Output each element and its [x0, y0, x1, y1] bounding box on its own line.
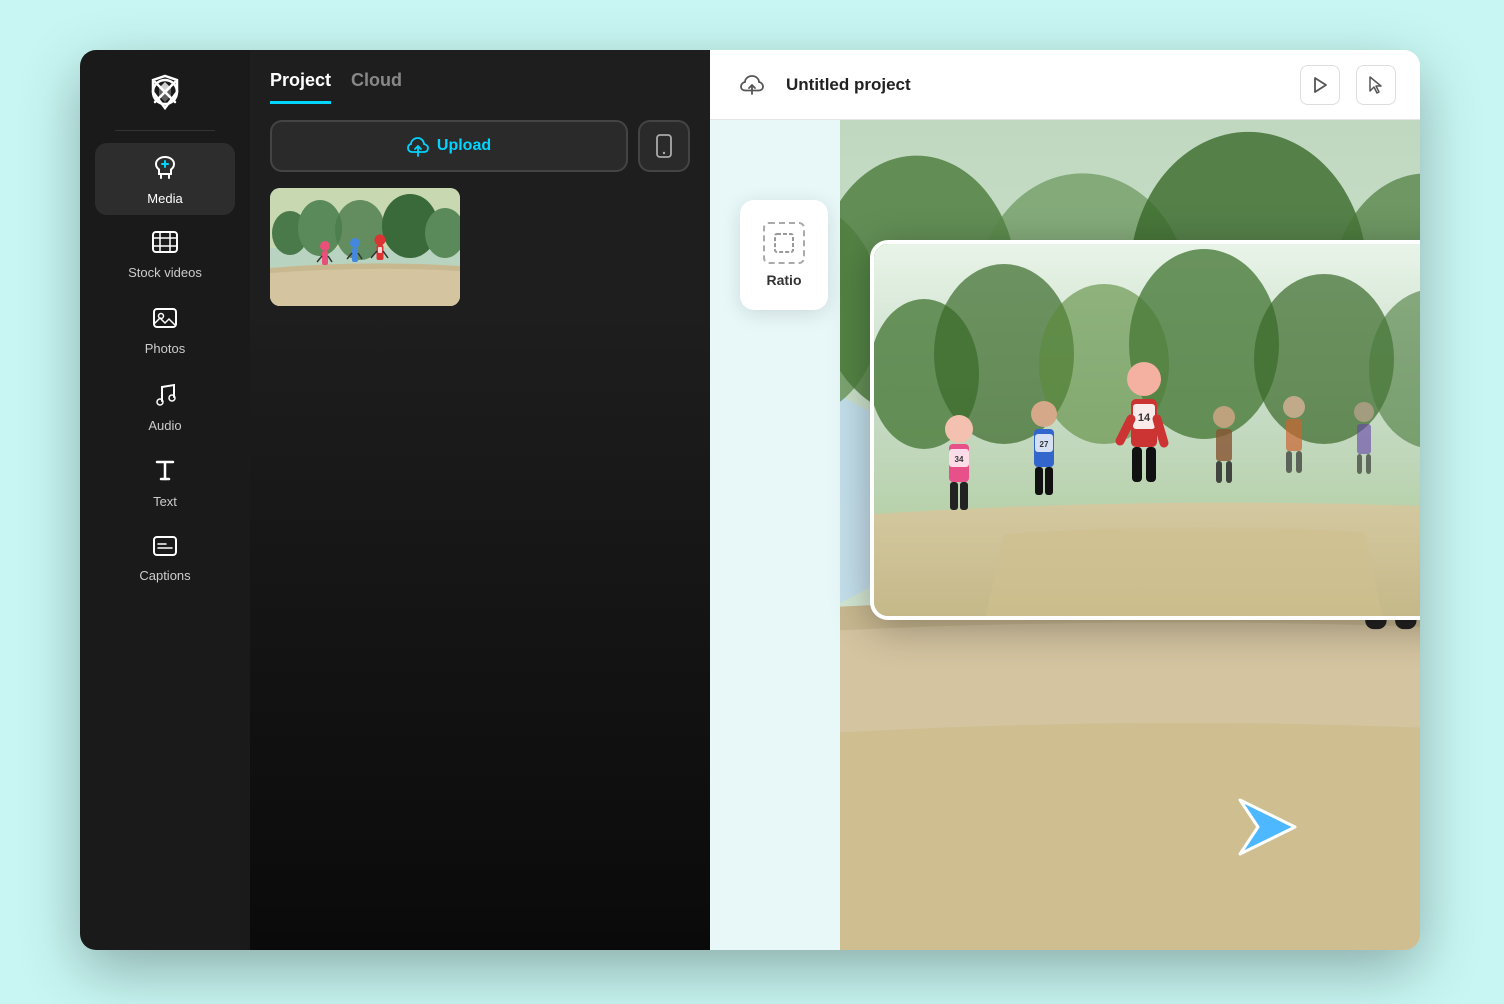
save-to-cloud-button[interactable]: [734, 67, 770, 103]
sidebar-divider: [115, 130, 215, 131]
text-t-icon: [153, 457, 177, 488]
media-buttons: Upload: [250, 104, 710, 188]
media-grid: [250, 188, 710, 306]
tab-cloud[interactable]: Cloud: [351, 70, 402, 104]
sidebar-item-audio-label: Audio: [148, 418, 181, 433]
sidebar-item-audio[interactable]: Audio: [95, 371, 235, 443]
preview-header: Untitled project: [710, 50, 1420, 120]
upload-label: Upload: [437, 137, 491, 155]
sidebar-item-media[interactable]: Media: [95, 143, 235, 215]
app-logo: [143, 70, 187, 114]
panel-fade: [250, 306, 710, 950]
media-thumbnail[interactable]: [270, 188, 460, 306]
cursor-button[interactable]: [1356, 65, 1396, 105]
media-icon: [151, 152, 179, 185]
svg-text:14: 14: [1138, 412, 1151, 424]
svg-text:27: 27: [1040, 440, 1049, 449]
film-grid-icon: [151, 230, 179, 259]
captions-icon: [152, 535, 178, 562]
upload-button[interactable]: Upload: [270, 120, 628, 172]
project-title: Untitled project: [786, 75, 1284, 95]
sidebar-item-captions[interactable]: Captions: [95, 523, 235, 595]
cursor-arrow: [1230, 790, 1300, 860]
sidebar-item-captions-label: Captions: [139, 568, 190, 583]
sidebar-item-photos-label: Photos: [145, 341, 185, 356]
photo-icon: [152, 306, 178, 335]
ratio-panel[interactable]: Ratio: [740, 200, 828, 310]
sidebar-item-stock-videos[interactable]: Stock videos: [95, 219, 235, 291]
sidebar-item-photos[interactable]: Photos: [95, 295, 235, 367]
ratio-label: Ratio: [767, 272, 802, 288]
sidebar: Media Stock videos: [80, 50, 250, 950]
sidebar-item-media-label: Media: [147, 191, 182, 206]
sidebar-item-text-label: Text: [153, 494, 177, 509]
play-button[interactable]: [1300, 65, 1340, 105]
mobile-button[interactable]: [638, 120, 690, 172]
ratio-icon: [763, 222, 805, 264]
svg-text:34: 34: [955, 455, 964, 464]
media-panel: Project Cloud Upload: [250, 50, 710, 950]
preview-area: Untitled project Ratio: [710, 50, 1420, 950]
sidebar-item-text[interactable]: Text: [95, 447, 235, 519]
music-note-icon: [153, 381, 177, 412]
video-frame[interactable]: 34 27: [870, 240, 1420, 620]
media-tabs: Project Cloud: [250, 50, 710, 104]
tab-project[interactable]: Project: [270, 70, 331, 104]
app-container: Media Stock videos: [80, 50, 1420, 950]
sidebar-item-stock-label: Stock videos: [128, 265, 202, 280]
preview-canvas: Ratio: [710, 120, 1420, 950]
